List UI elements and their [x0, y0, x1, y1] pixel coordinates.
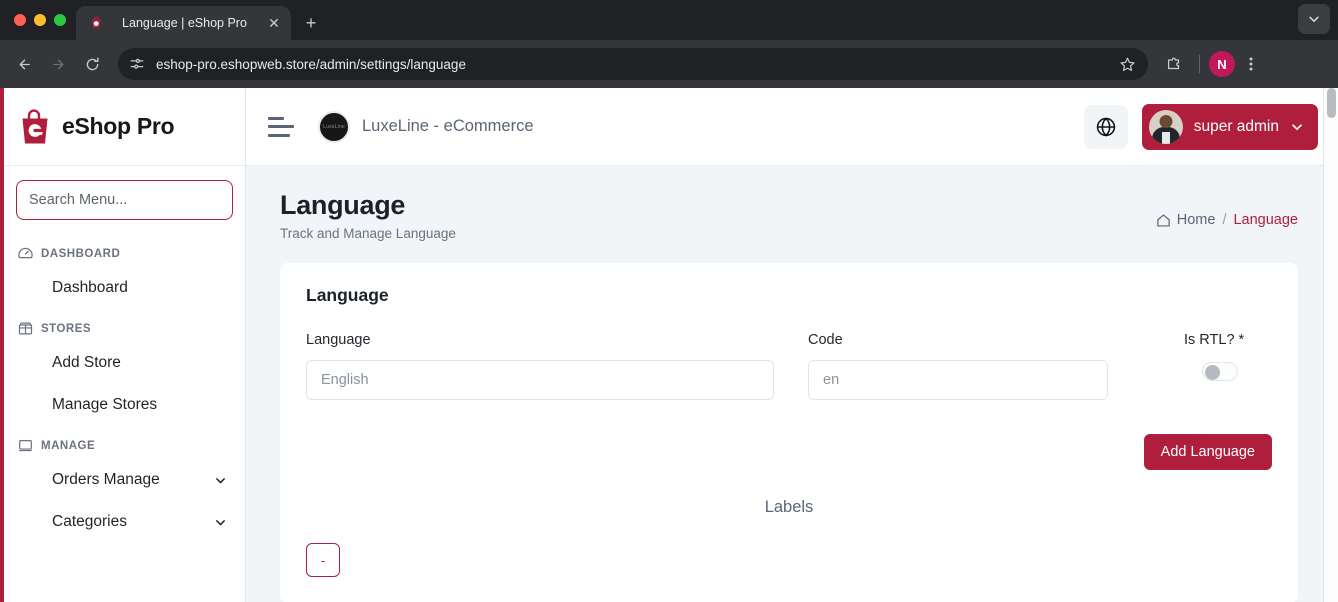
language-input[interactable] [306, 360, 774, 400]
address-bar[interactable]: eshop-pro.eshopweb.store/admin/settings/… [118, 48, 1148, 80]
sidebar-item-label: Categories [52, 513, 127, 530]
form-row: Language Code Is RTL? * [306, 332, 1272, 400]
code-label: Code [808, 332, 843, 348]
nav-section-dashboard: DASHBOARD [4, 234, 245, 267]
labels-heading: Labels [764, 498, 814, 516]
chevron-down-icon [213, 515, 227, 529]
breadcrumb-home[interactable]: Home [1156, 212, 1216, 228]
window-close-button[interactable] [14, 14, 26, 26]
extensions-puzzle-icon[interactable] [1158, 48, 1190, 80]
browser-window: Language | eShop Pro ✕ + eshop-pro.eshop… [0, 0, 1338, 602]
browser-tabstrip: Language | eShop Pro ✕ + [0, 0, 1338, 40]
brand-name: eShop Pro [62, 113, 175, 139]
window-maximize-button[interactable] [54, 14, 66, 26]
is-rtl-label: Is RTL? * [1184, 332, 1272, 348]
main-area: LuxeLine LuxeLine - eCommerce super admi… [246, 88, 1338, 602]
breadcrumb-current: Language [1233, 212, 1298, 228]
store-avatar: LuxeLine [318, 110, 350, 143]
nav-section-manage: MANAGE [4, 426, 245, 459]
nav-section-label: MANAGE [41, 439, 96, 452]
shopping-bag-logo [18, 108, 52, 146]
toolbar-divider [1199, 55, 1200, 73]
sidebar-search [4, 166, 245, 230]
sidebar-item-label: Manage Stores [52, 396, 158, 413]
code-input[interactable] [808, 360, 1108, 400]
forward-arrow-icon[interactable] [42, 48, 74, 80]
breadcrumb-home-label: Home [1176, 212, 1216, 228]
store-selector[interactable]: LuxeLine LuxeLine - eCommerce [318, 110, 1084, 143]
sidebar-item-add-store[interactable]: Add Store [4, 342, 245, 384]
user-avatar [1148, 109, 1183, 144]
code-field-group: Code [808, 332, 1108, 400]
nav-section-label: DASHBOARD [41, 247, 121, 260]
card-title: Language [306, 285, 389, 305]
window-minimize-button[interactable] [34, 14, 46, 26]
store-name: LuxeLine - eCommerce [362, 117, 534, 135]
monitor-icon [18, 438, 33, 453]
add-language-button[interactable]: Add Language [1143, 434, 1272, 470]
language-field-group: Language [306, 332, 774, 400]
search-input[interactable] [16, 180, 233, 220]
nav-section-stores: STORES [4, 309, 245, 342]
sidebar-item-label: Add Store [52, 354, 121, 371]
gauge-icon [18, 246, 33, 261]
store-icon [18, 321, 33, 336]
window-controls [10, 0, 76, 40]
form-actions: Add Language [306, 434, 1272, 470]
hamburger-icon[interactable] [268, 116, 294, 137]
required-asterisk: * [1238, 332, 1245, 348]
close-icon[interactable]: ✕ [265, 14, 283, 32]
sidebar-item-categories[interactable]: Categories [4, 501, 245, 543]
page-title: Language [280, 190, 406, 220]
site-settings-icon[interactable] [128, 55, 146, 73]
sidebar-item-label: Orders Manage [52, 471, 160, 488]
remove-label-button[interactable]: - [306, 543, 340, 577]
page-subtitle: Track and Manage Language [280, 226, 456, 241]
address-bar-url: eshop-pro.eshopweb.store/admin/settings/… [156, 56, 466, 72]
user-menu-button[interactable]: super admin [1141, 103, 1318, 150]
nav-section-label: STORES [41, 322, 92, 335]
sidebar-item-label: Dashboard [52, 279, 128, 296]
profile-avatar[interactable]: N [1209, 51, 1235, 77]
browser-tab-title: Language | eShop Pro [122, 16, 247, 30]
app-topbar: LuxeLine LuxeLine - eCommerce super admi… [246, 88, 1338, 166]
chevron-down-icon [213, 473, 227, 487]
scrollbar-thumb[interactable] [1327, 88, 1336, 118]
sidebar-item-dashboard[interactable]: Dashboard [4, 267, 245, 309]
chevron-down-icon [1290, 120, 1304, 134]
new-tab-button[interactable]: + [297, 9, 325, 37]
page-scrollbar[interactable] [1323, 88, 1338, 602]
page-heading-group: Language Track and Manage Language [280, 190, 456, 241]
is-rtl-label-text: Is RTL? [1184, 332, 1235, 348]
is-rtl-field-group: Is RTL? * [1142, 332, 1272, 381]
breadcrumb-separator: / [1222, 212, 1227, 228]
home-icon [1156, 213, 1171, 228]
browser-tab-active[interactable]: Language | eShop Pro ✕ [76, 6, 291, 40]
page-header: Language Track and Manage Language Home [280, 190, 1298, 241]
toggle-knob [1205, 364, 1220, 380]
sidebar-item-orders-manage[interactable]: Orders Manage [4, 459, 245, 501]
sidebar-item-manage-stores[interactable]: Manage Stores [4, 384, 245, 426]
back-arrow-icon[interactable] [8, 48, 40, 80]
brand-header[interactable]: eShop Pro [4, 88, 245, 166]
user-name: super admin [1193, 117, 1279, 135]
language-form-card: Language Language Code Is RTL? [280, 263, 1298, 602]
bookmark-star-icon[interactable] [1116, 53, 1138, 75]
page-viewport: eShop Pro DASHBOARD Dashboard [0, 88, 1338, 602]
sidebar-nav: DASHBOARD Dashboard STORES Add Store Man… [4, 230, 245, 602]
page-content: Language Track and Manage Language Home [246, 166, 1338, 602]
browser-toolbar: eshop-pro.eshopweb.store/admin/settings/… [0, 40, 1338, 88]
sidebar: eShop Pro DASHBOARD Dashboard [0, 88, 246, 602]
globe-icon[interactable] [1083, 104, 1128, 149]
breadcrumb: Home / Language [1156, 190, 1298, 228]
is-rtl-toggle[interactable] [1202, 362, 1238, 381]
eshop-favicon [88, 15, 104, 31]
chevron-down-icon[interactable] [1298, 4, 1330, 34]
language-label: Language [306, 332, 371, 348]
reload-icon[interactable] [76, 48, 108, 80]
kebab-menu-icon[interactable] [1237, 50, 1265, 78]
